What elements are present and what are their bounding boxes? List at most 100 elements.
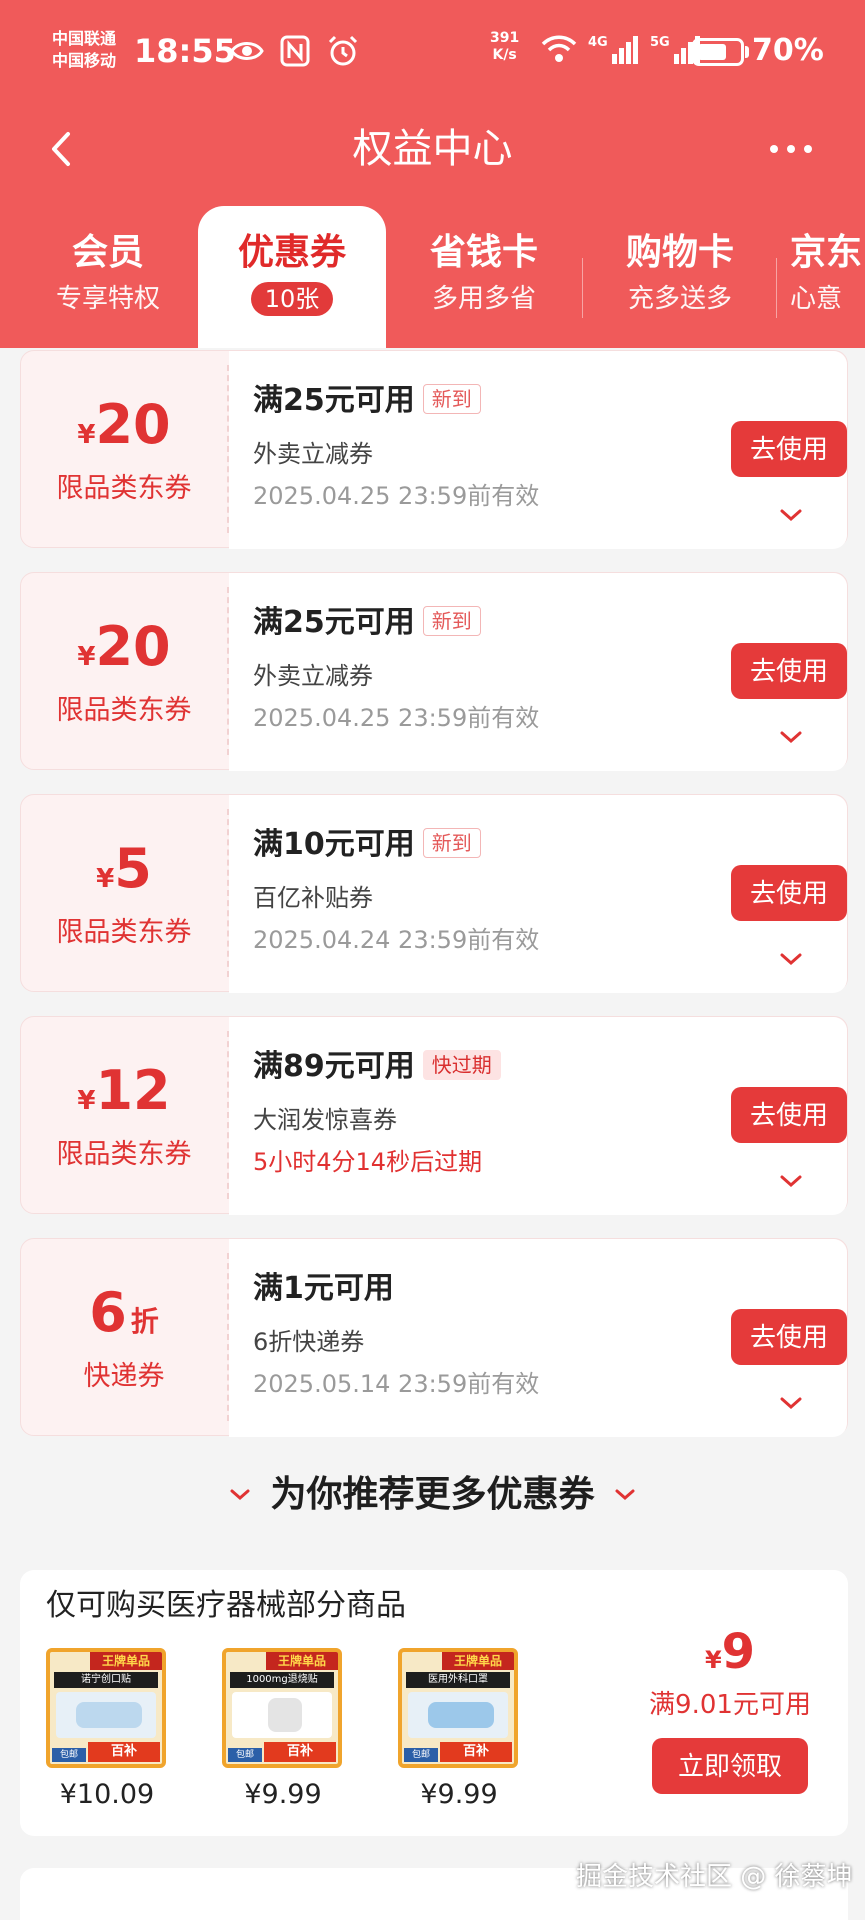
coupon-type: 限品类东券	[56, 695, 192, 726]
coupon-card: 6折 快递券 满1元可用 6折快递券 2025.05.14 23:59前有效 去…	[20, 1238, 848, 1437]
product-item[interactable]: 王牌单品 诺宁创口贴 包邮 百补 ¥10.09	[46, 1648, 168, 1812]
product-price: ¥9.99	[420, 1779, 498, 1810]
product-photo	[56, 1692, 156, 1738]
product-price: ¥10.09	[59, 1779, 155, 1810]
clock: 18:55	[134, 32, 236, 70]
product-image[interactable]: 王牌单品 医用外科口罩 包邮 百补	[398, 1648, 518, 1768]
page-header: 中国联通 中国移动 18:55 391 K/s 4G 5G 70% 权益中心 会…	[0, 0, 865, 348]
tab-member[interactable]: 会员 专享特权	[20, 206, 196, 348]
tab-coupons[interactable]: 优惠券 10张	[198, 206, 386, 348]
tab-jd[interactable]: 京东 心意	[790, 206, 865, 348]
coupon-name: 外卖立减券	[253, 440, 373, 468]
chevron-down-icon[interactable]	[779, 507, 803, 523]
currency-symbol: ¥	[704, 1646, 722, 1674]
coupon-expiry: 2025.04.25 23:59前有效	[253, 704, 540, 732]
coupon-amount-row: ¥12	[21, 1061, 227, 1121]
watermark: 掘金技术社区 @ 徐蔡坤	[576, 1862, 853, 1892]
chevron-down-icon	[615, 1489, 635, 1500]
battery-tip	[745, 46, 749, 58]
product-image[interactable]: 王牌单品 诺宁创口贴 包邮 百补	[46, 1648, 166, 1768]
product-price: ¥9.99	[244, 1779, 322, 1810]
coupon-value-panel: ¥20 限品类东券	[21, 351, 227, 549]
product-photo	[232, 1692, 332, 1738]
coupon-amount: 5	[114, 837, 152, 900]
coupon-condition: 满1元可用	[253, 1271, 394, 1306]
recommend-card-title: 仅可购买医疗器械部分商品	[46, 1588, 406, 1623]
coupon-amount: 6	[89, 1281, 127, 1344]
tab-label: 优惠券	[237, 232, 346, 273]
coupon-detail-panel: 满10元可用 新到 百亿补贴券 2025.04.24 23:59前有效 去使用	[229, 795, 847, 993]
tab-sub: 专享特权	[55, 284, 160, 314]
chevron-down-icon[interactable]	[779, 951, 803, 967]
coupon-type: 快递券	[83, 1361, 165, 1392]
chevron-down-icon	[230, 1489, 250, 1500]
chevron-down-icon[interactable]	[779, 1395, 803, 1411]
product-photo	[408, 1692, 508, 1738]
product-name-banner: 1000mg退烧贴	[230, 1672, 334, 1688]
mask-shape	[428, 1702, 494, 1728]
free-shipping-badge: 包邮	[228, 1748, 262, 1762]
battery-fill	[698, 44, 726, 60]
tab-bar: 会员 专享特权 优惠券 10张 省钱卡 多用多省 购物卡 充多送多 京东 心意	[0, 206, 865, 348]
use-coupon-button[interactable]: 去使用	[731, 643, 847, 699]
product-image[interactable]: 王牌单品 1000mg退烧贴 包邮 百补	[222, 1648, 342, 1768]
coupon-value-panel: ¥20 限品类东券	[21, 573, 227, 771]
coupon-value-panel: ¥12 限品类东券	[21, 1017, 227, 1215]
product-item[interactable]: 王牌单品 医用外科口罩 包邮 百补 ¥9.99	[398, 1648, 520, 1812]
recommend-title: 为你推荐更多优惠券	[270, 1474, 595, 1515]
subsidy-badge: 百补	[88, 1742, 160, 1762]
discount-unit: 折	[130, 1305, 159, 1338]
recommend-amount-row: ¥9	[632, 1624, 828, 1680]
tab-label: 会员	[71, 232, 144, 273]
use-coupon-button[interactable]: 去使用	[731, 1309, 847, 1365]
tab-saving-card[interactable]: 省钱卡 多用多省	[388, 206, 580, 348]
use-coupon-button[interactable]: 去使用	[731, 865, 847, 921]
claim-coupon-button[interactable]: 立即领取	[652, 1738, 808, 1794]
carrier-1: 中国联通	[52, 29, 117, 48]
coupon-type: 限品类东券	[56, 917, 192, 948]
signal-4g-icon: 4G	[588, 35, 638, 64]
coupon-card: ¥20 限品类东券 满25元可用 新到 外卖立减券 2025.04.25 23:5…	[20, 350, 848, 549]
battery-icon	[692, 38, 744, 66]
coupon-condition-row: 满89元可用 快过期	[253, 1047, 501, 1087]
carrier-2: 中国移动	[52, 51, 117, 70]
coupon-condition-row: 满1元可用	[253, 1269, 394, 1309]
net-speed: 391 K/s	[490, 30, 519, 64]
nfc-icon	[280, 35, 310, 67]
chevron-down-icon[interactable]	[779, 729, 803, 745]
coupon-tag: 新到	[422, 383, 481, 414]
more-icon[interactable]	[766, 124, 816, 174]
currency-symbol: ¥	[77, 642, 96, 672]
coupon-countdown: 5小时4分14秒后过期	[253, 1148, 483, 1176]
use-coupon-button[interactable]: 去使用	[731, 421, 847, 477]
expiring-tag: 快过期	[422, 1049, 501, 1080]
coupon-card: ¥12 限品类东券 满89元可用 快过期 大润发惊喜券 5小时4分14秒后过期 去…	[20, 1016, 848, 1215]
carrier-names: 中国联通 中国移动	[52, 28, 116, 72]
coupon-name: 6折快递券	[253, 1328, 365, 1356]
tab-shopping-card[interactable]: 购物卡 充多送多	[584, 206, 776, 348]
brand-banner: 王牌单品	[90, 1652, 162, 1670]
coupon-condition-row: 满25元可用 新到	[253, 603, 481, 643]
use-coupon-button[interactable]: 去使用	[731, 1087, 847, 1143]
brand-banner: 王牌单品	[442, 1652, 514, 1670]
coupon-amount-row: ¥20	[21, 395, 227, 455]
alarm-icon	[328, 35, 358, 66]
coupon-condition-row: 满10元可用 新到	[253, 825, 481, 865]
coupon-amount-row: 6折	[21, 1283, 227, 1343]
currency-symbol: ¥	[77, 420, 96, 450]
coupon-name: 大润发惊喜券	[253, 1106, 397, 1134]
recommend-condition: 满9.01元可用	[649, 1690, 811, 1720]
network-1-label: 4G	[588, 35, 608, 50]
coupon-expiry: 2025.05.14 23:59前有效	[253, 1370, 540, 1398]
coupon-card: ¥20 限品类东券 满25元可用 新到 外卖立减券 2025.04.25 23:5…	[20, 572, 848, 771]
coupon-amount: 20	[95, 393, 171, 456]
tab-label: 购物卡	[625, 232, 734, 273]
product-item[interactable]: 王牌单品 1000mg退烧贴 包邮 百补 ¥9.99	[222, 1648, 344, 1812]
product-name-banner: 医用外科口罩	[406, 1672, 510, 1688]
coupon-value-panel: 6折 快递券	[21, 1239, 227, 1437]
coupon-card: ¥5 限品类东券 满10元可用 新到 百亿补贴券 2025.04.24 23:59…	[20, 794, 848, 993]
coupon-type: 限品类东券	[56, 473, 192, 504]
coupon-amount: 12	[95, 1059, 171, 1122]
chevron-down-icon[interactable]	[779, 1173, 803, 1189]
signal-group: 4G 5G	[540, 32, 702, 66]
